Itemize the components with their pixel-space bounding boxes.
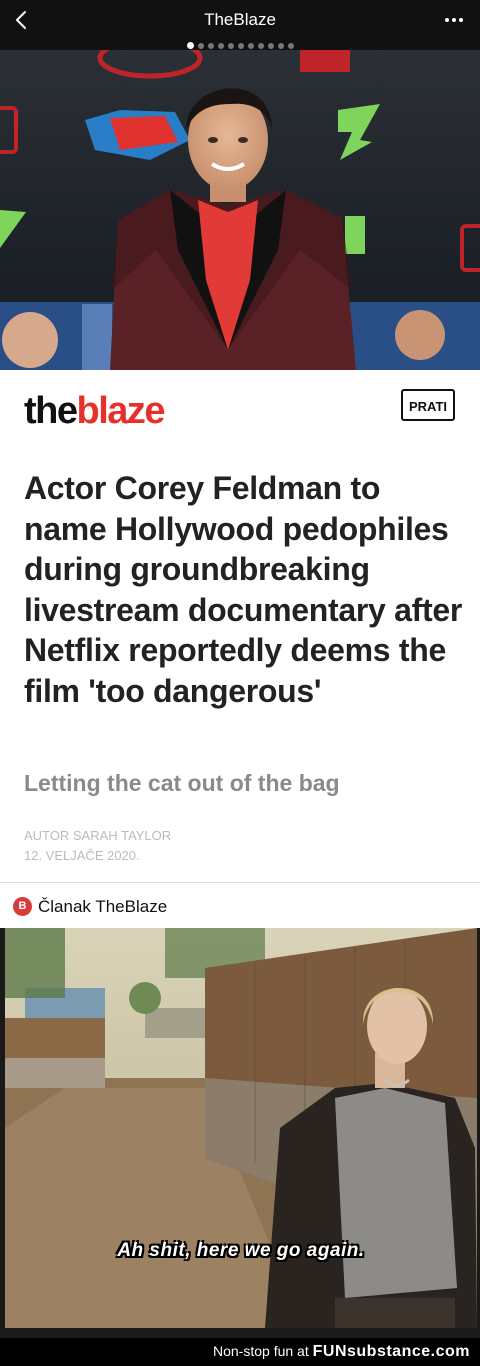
- page-dot: [257, 42, 264, 49]
- footer-text: Non-stop fun at FUNsubstance.com: [213, 1343, 470, 1361]
- page-dot: [237, 42, 244, 49]
- article-headline[interactable]: Actor Corey Feldman to name Hollywood pe…: [24, 468, 464, 711]
- logo-blaze: blaze: [76, 390, 166, 432]
- page-dot: [186, 42, 194, 50]
- article-date: 12. VELJAČE 2020.: [24, 848, 140, 863]
- app-title: TheBlaze: [204, 10, 276, 29]
- page-dot: [227, 42, 234, 49]
- footer-prefix: Non-stop fun at: [213, 1343, 309, 1359]
- page-dot: [267, 42, 274, 49]
- theblaze-logo-icon: B: [13, 897, 32, 916]
- footer-brand: FUNsubstance.com: [312, 1343, 470, 1360]
- meme-caption: Ah shit, here we go again.: [117, 1240, 365, 1261]
- footer-watermark: Non-stop fun at FUNsubstance.com: [0, 1338, 480, 1366]
- page-dot: [277, 42, 284, 49]
- page-dot: [207, 42, 214, 49]
- page-dot: [197, 42, 204, 49]
- page-indicator: [0, 37, 480, 50]
- hero-photo: [0, 50, 480, 370]
- page-dot: [217, 42, 224, 49]
- page-dot: [247, 42, 254, 49]
- follow-button[interactable]: PRATI: [401, 389, 455, 421]
- more-dots-icon[interactable]: [442, 8, 466, 32]
- hero-image: [0, 50, 480, 370]
- article-card[interactable]: theblaze PRATI Actor Corey Feldman to na…: [0, 370, 480, 882]
- logo-the: the: [24, 390, 78, 432]
- source-label: Članak TheBlaze: [38, 897, 168, 916]
- theblaze-logo: theblaze: [24, 390, 166, 433]
- page-dot: [287, 42, 294, 49]
- meme-image: Ah shit, here we go again.: [5, 928, 477, 1328]
- meme-scene: [5, 928, 477, 1328]
- article-subtitle: Letting the cat out of the bag: [24, 770, 340, 796]
- article-author: AUTOR SARAH TAYLOR: [24, 828, 172, 843]
- source-bar[interactable]: B Članak TheBlaze: [0, 883, 480, 928]
- top-bar: TheBlaze: [0, 0, 480, 50]
